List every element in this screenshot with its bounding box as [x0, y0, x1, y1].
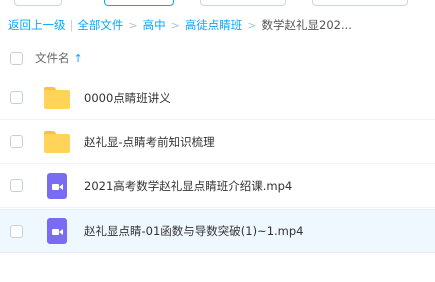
breadcrumb-all-files[interactable]: 全部文件	[77, 17, 123, 33]
back-link[interactable]: 返回上一级	[8, 17, 66, 33]
row-checkbox[interactable]	[10, 91, 23, 104]
file-name[interactable]: 赵礼显-点睛考前知识梳理	[84, 134, 215, 150]
select-all-checkbox[interactable]	[10, 51, 23, 65]
row-checkbox[interactable]	[10, 179, 23, 192]
row-checkbox[interactable]	[10, 224, 23, 238]
toolbar-button-partial[interactable]	[312, 0, 408, 6]
toolbar-remnant	[0, 0, 435, 8]
video-file-icon	[44, 172, 70, 199]
folder-icon	[44, 85, 70, 111]
arrow-up-icon[interactable]: ↑	[74, 52, 83, 65]
toolbar-button-partial[interactable]	[104, 0, 174, 6]
file-row-selected[interactable]: 赵礼显点睛-01函数与导数突破(1)~1.mp4	[0, 209, 435, 253]
file-list-header: 文件名 ↑	[0, 44, 435, 72]
file-row[interactable]: 0000点睛班讲义	[0, 76, 435, 120]
breadcrumb-current: 数学赵礼显202...	[261, 18, 352, 32]
file-row[interactable]: 2021高考数学赵礼显点睛班介绍课.mp4	[0, 164, 435, 208]
breadcrumb-divider: |	[69, 18, 74, 32]
chevron-right-icon: >	[247, 18, 257, 32]
column-header-filename[interactable]: 文件名	[35, 50, 70, 66]
toolbar-button-partial[interactable]	[200, 0, 286, 6]
file-name[interactable]: 0000点睛班讲义	[84, 90, 171, 106]
breadcrumb-item[interactable]: 高徒点睛班	[185, 17, 243, 33]
breadcrumb: 返回上一级 | 全部文件 > 高中 > 高徒点睛班 > 数学赵礼显202...	[8, 16, 435, 34]
chevron-right-icon: >	[128, 18, 138, 32]
file-name[interactable]: 赵礼显点睛-01函数与导数突破(1)~1.mp4	[84, 223, 304, 239]
folder-icon	[44, 129, 70, 155]
file-name[interactable]: 2021高考数学赵礼显点睛班介绍课.mp4	[84, 178, 292, 194]
toolbar-button-partial[interactable]	[14, 0, 62, 6]
row-checkbox[interactable]	[10, 135, 23, 148]
breadcrumb-item[interactable]: 高中	[143, 17, 166, 33]
video-file-icon	[44, 218, 70, 244]
file-row[interactable]: 赵礼显-点睛考前知识梳理	[0, 120, 435, 164]
chevron-right-icon: >	[170, 18, 180, 32]
